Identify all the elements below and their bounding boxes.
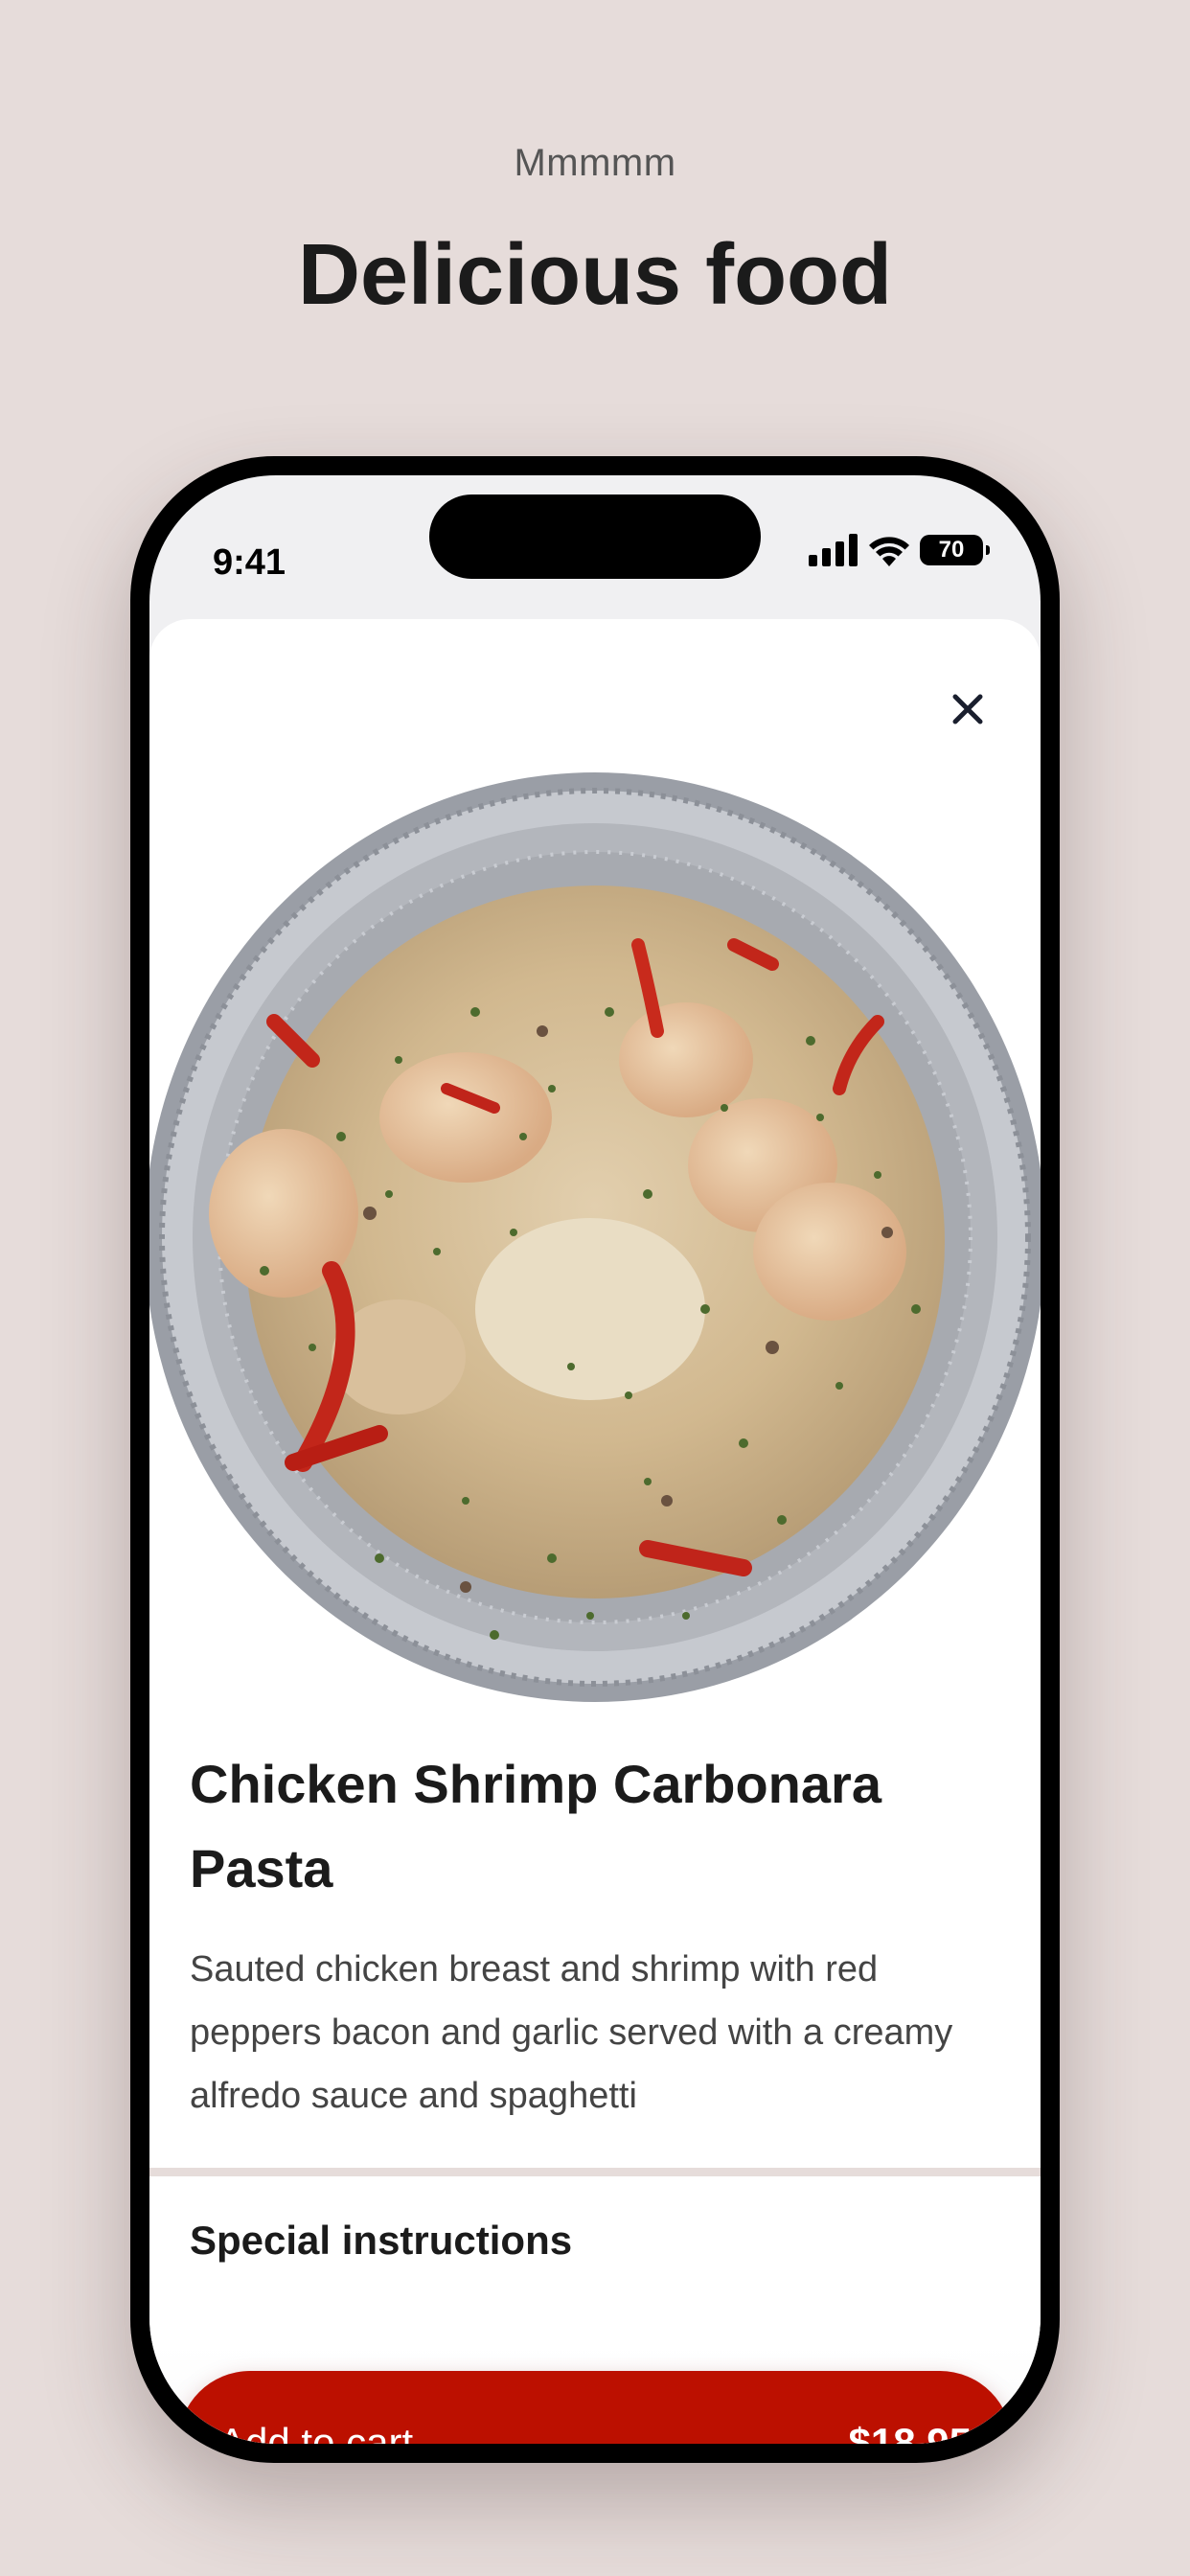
dynamic-island (429, 494, 761, 579)
food-image (149, 772, 1041, 1702)
status-time: 9:41 (213, 542, 286, 583)
wifi-icon (869, 537, 909, 566)
close-icon (952, 694, 983, 724)
section-divider (149, 2168, 1041, 2176)
battery-icon: 70 (920, 535, 990, 565)
add-to-cart-price: $18.95 (848, 2420, 972, 2444)
special-instructions-label: Special instructions (190, 2218, 573, 2263)
item-detail-sheet: Chicken Shrimp Carbonara Pasta Sauted ch… (149, 619, 1041, 2444)
add-to-cart-label: Add to cart (218, 2420, 414, 2444)
cellular-signal-icon (809, 534, 858, 566)
add-to-cart-button[interactable]: Add to cart $18.95 (178, 2371, 1012, 2444)
phone-screen: 9:41 70 Chicken Shrimp Carbonara Pasta S… (149, 475, 1041, 2444)
promo-kicker: Mmmmm (514, 142, 676, 184)
close-button[interactable] (945, 686, 991, 732)
phone-frame: 9:41 70 Chicken Shrimp Carbonara Pasta S… (130, 456, 1060, 2463)
promo-title: Delicious food (297, 227, 893, 323)
item-description: Sauted chicken breast and shrimp with re… (190, 1949, 953, 2116)
status-icons: 70 (809, 529, 990, 571)
item-title: Chicken Shrimp Carbonara Pasta (190, 1754, 881, 1898)
